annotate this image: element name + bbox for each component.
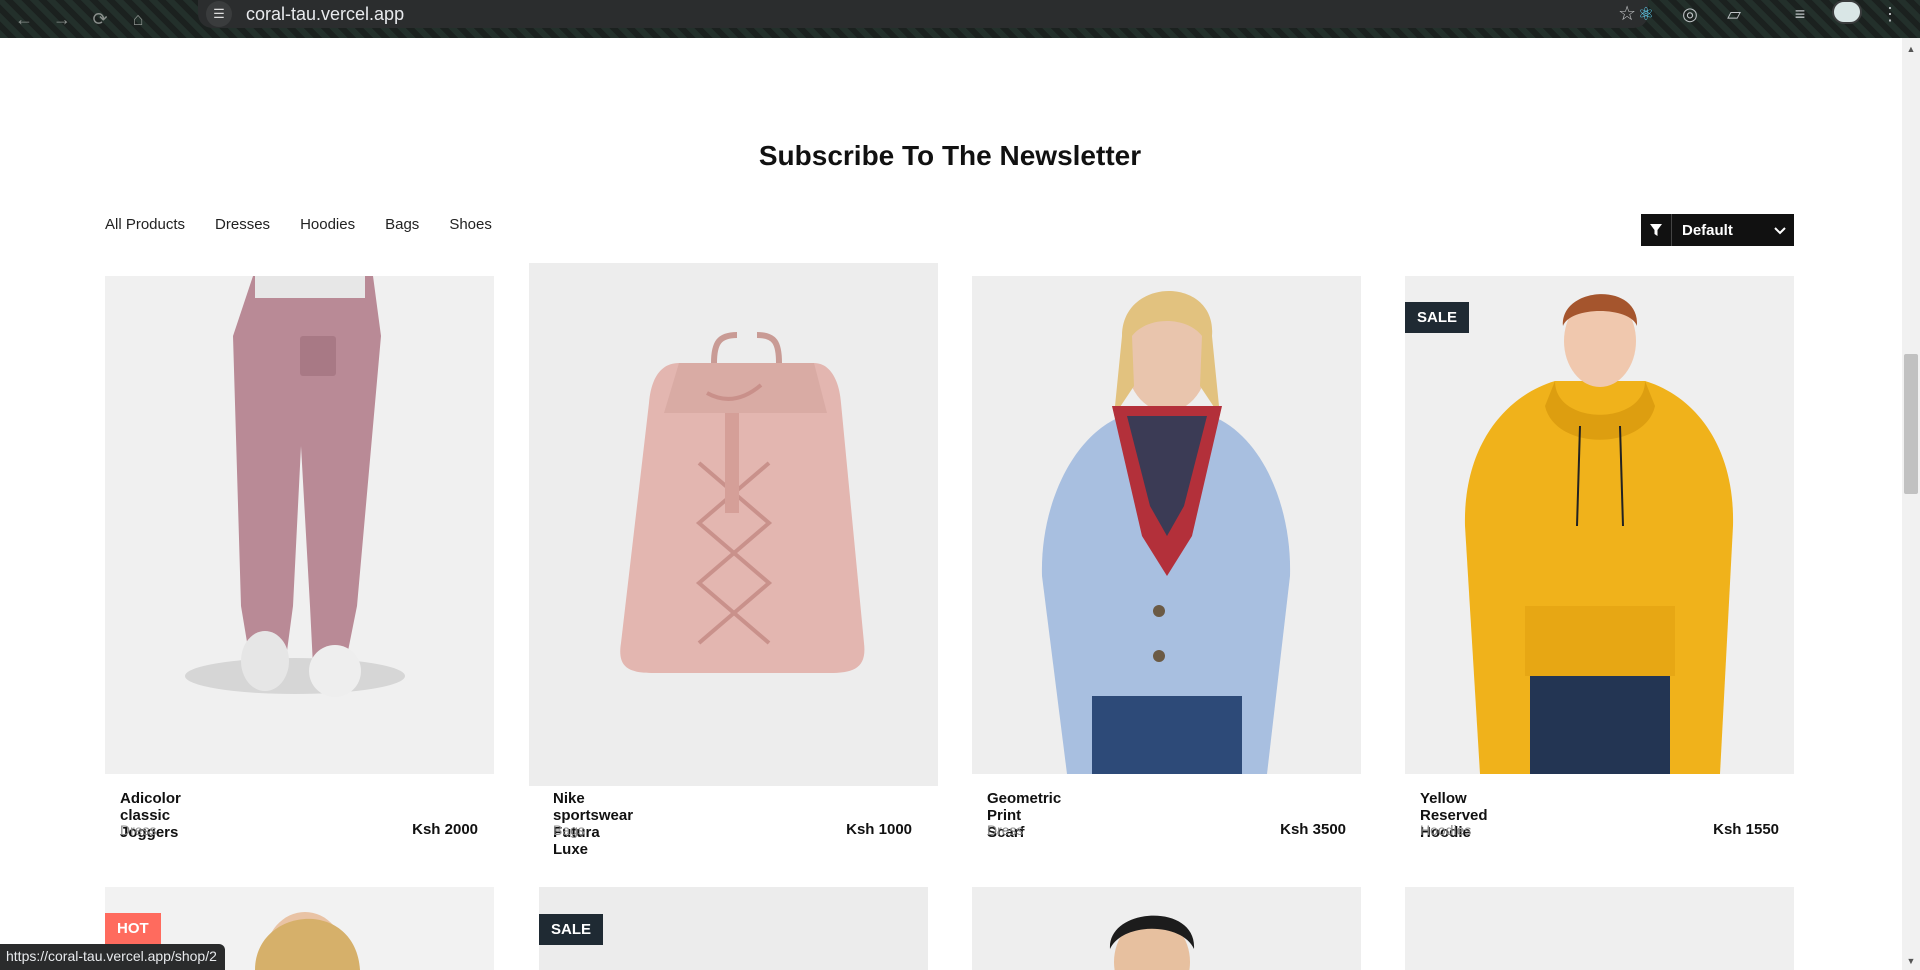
product-image[interactable] xyxy=(1405,887,1794,970)
extension-target-icon[interactable]: ◎ xyxy=(1676,0,1704,28)
scroll-down-arrow-icon[interactable]: ▼ xyxy=(1904,954,1918,968)
product-price: Ksh 1000 xyxy=(846,821,912,838)
chevron-down-icon[interactable] xyxy=(1774,223,1794,238)
scrollbar-thumb[interactable] xyxy=(1904,354,1918,494)
product-category: Dress xyxy=(987,822,1024,838)
hot-badge: HOT xyxy=(105,913,161,944)
address-url[interactable]: coral-tau.vercel.app xyxy=(246,4,404,25)
filter-all-products[interactable]: All Products xyxy=(105,216,185,233)
filter-funnel-icon xyxy=(1641,214,1671,246)
sort-value[interactable]: Default xyxy=(1672,222,1774,239)
filter-hoodies[interactable]: Hoodies xyxy=(300,216,355,233)
scroll-up-arrow-icon[interactable]: ▲ xyxy=(1904,42,1918,56)
sale-badge: SALE xyxy=(539,914,604,945)
extensions-puzzle-icon[interactable]: ▱ xyxy=(1720,0,1748,28)
forward-icon[interactable]: → xyxy=(48,5,76,33)
reload-icon[interactable]: ⟳ xyxy=(86,5,114,33)
site-info-icon[interactable]: ☰ xyxy=(206,1,232,27)
browser-menu-icon[interactable]: ⋮ xyxy=(1876,0,1904,28)
product-image[interactable] xyxy=(972,887,1361,970)
sale-badge: SALE xyxy=(1405,302,1470,333)
filter-bags[interactable]: Bags xyxy=(385,216,419,233)
reading-list-icon[interactable]: ≡ xyxy=(1786,0,1814,28)
category-filters: All Products Dresses Hoodies Bags Shoes xyxy=(105,216,492,233)
product-image[interactable] xyxy=(105,276,494,774)
browser-toolbar: ← → ⟳ ⌂ ☰ coral-tau.vercel.app ☆ ⚛ ◎ ▱ ≡… xyxy=(0,0,1920,38)
back-icon[interactable]: ← xyxy=(10,5,38,33)
product-category: Bags xyxy=(553,822,585,838)
status-bar-link-preview: https://coral-tau.vercel.app/shop/2 xyxy=(0,944,225,970)
product-image[interactable] xyxy=(972,276,1361,774)
product-price: Ksh 2000 xyxy=(412,821,478,838)
product-category: Dress xyxy=(120,822,157,838)
react-devtools-icon[interactable]: ⚛ xyxy=(1632,0,1660,28)
home-icon[interactable]: ⌂ xyxy=(124,5,152,33)
filter-shoes[interactable]: Shoes xyxy=(449,216,492,233)
product-category: Hoodies xyxy=(1420,822,1472,838)
page-scrollbar[interactable] xyxy=(1902,38,1920,970)
section-title: Subscribe To The Newsletter xyxy=(758,140,1142,171)
sort-select[interactable]: Default xyxy=(1641,214,1794,246)
filter-dresses[interactable]: Dresses xyxy=(215,216,270,233)
product-price: Ksh 1550 xyxy=(1713,821,1779,838)
product-price: Ksh 3500 xyxy=(1280,821,1346,838)
address-bar[interactable]: ☰ coral-tau.vercel.app ☆ xyxy=(198,0,1648,28)
product-image[interactable] xyxy=(1405,276,1794,774)
product-image[interactable] xyxy=(529,263,938,786)
profile-avatar[interactable] xyxy=(1832,0,1862,24)
